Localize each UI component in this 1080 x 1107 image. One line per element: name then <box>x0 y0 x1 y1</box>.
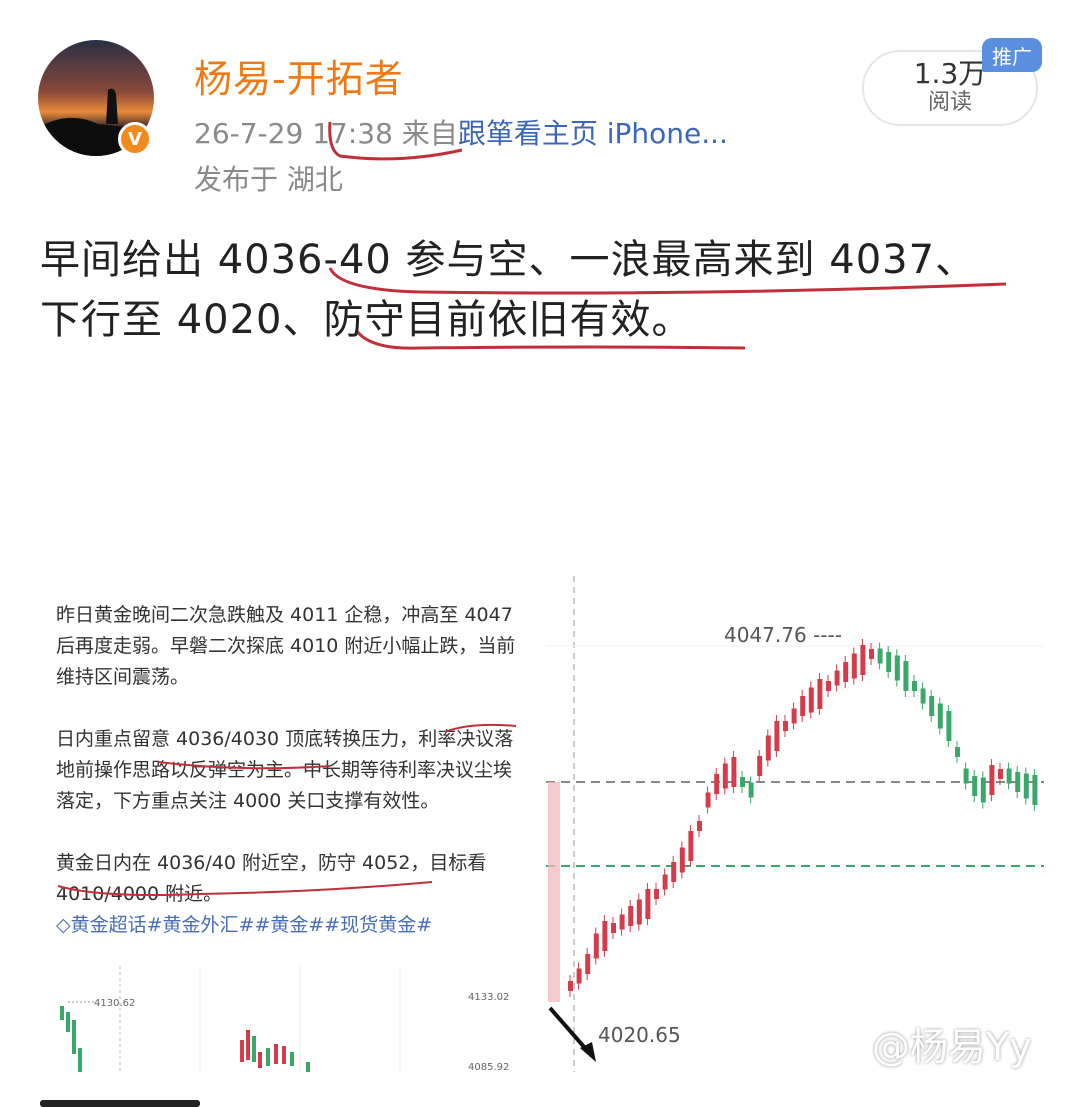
candle-body <box>602 921 608 951</box>
candle-body <box>912 681 917 691</box>
candle-body <box>697 821 702 831</box>
candle-body <box>817 679 823 709</box>
candle-body <box>619 914 625 930</box>
candle-body <box>1023 773 1029 799</box>
candle-body <box>636 899 642 925</box>
candle-body <box>860 645 866 675</box>
candle-body <box>662 874 668 890</box>
candle-body <box>783 721 788 731</box>
chart-high-label: 4047.76 ---- <box>724 623 842 647</box>
candle-body <box>679 847 685 873</box>
candle-body <box>757 756 763 776</box>
candle-body <box>937 703 943 729</box>
candle-body <box>946 711 952 741</box>
candle-body <box>576 968 582 984</box>
candle-body <box>714 774 720 794</box>
candle-body <box>1032 775 1038 805</box>
candle-body <box>1006 768 1012 784</box>
candle-body <box>929 696 935 716</box>
candle-body <box>998 769 1003 779</box>
candle-body <box>645 889 651 919</box>
candle-body <box>774 721 780 751</box>
candle-body <box>791 708 797 724</box>
candle-body <box>843 662 849 682</box>
candle-body <box>688 831 694 861</box>
post-image[interactable]: 昨日黄金晚间二次急跌触及 4011 企稳，冲高至 4047 后再度走弱。早磐二次… <box>40 576 1044 1072</box>
mini-candlestick-chart: 4130.62 4133.02 4085.92 <box>60 966 509 1072</box>
candle-body <box>980 777 986 803</box>
candle-body <box>611 923 616 933</box>
candle-body <box>765 735 771 761</box>
post-text-line-1: 早间给出 4036-40 参与空、一浪最高来到 4037、 <box>40 237 977 283</box>
post-text-line-2: 下行至 4020、防守目前依旧有效。 <box>40 297 693 343</box>
candle-body <box>808 687 814 713</box>
candle-body <box>748 782 754 798</box>
candle-body <box>903 661 909 691</box>
post-text: 早间给出 4036-40 参与空、一浪最高来到 4037、 下行至 4020、防… <box>40 230 1050 350</box>
candlestick-chart: 4047.76 ---- 4020.65 <box>546 576 1044 1072</box>
chart-low-label: 4020.65 <box>598 1023 681 1047</box>
candle-body <box>654 889 659 899</box>
candle-body <box>740 777 745 787</box>
candle-body <box>877 648 883 664</box>
home-indicator <box>40 1100 200 1107</box>
candle-body <box>989 765 995 795</box>
candle-body <box>1015 772 1021 792</box>
mini-chart-high-label: 4130.62 <box>94 998 135 1009</box>
watermark: @杨易Yy <box>872 1025 1032 1069</box>
mini-chart-axis-bottom: 4085.92 <box>468 1062 509 1072</box>
candle-body <box>628 906 634 926</box>
mini-chart-candles <box>60 1006 310 1072</box>
candle-body <box>800 696 806 716</box>
candle-body <box>826 681 831 691</box>
candle-body <box>851 653 857 679</box>
candle-body <box>585 954 591 974</box>
embedded-annotation-strokes <box>57 723 517 896</box>
candle-body <box>722 763 728 789</box>
candle-body <box>869 649 874 659</box>
candle-body <box>955 747 960 757</box>
candle-body <box>593 933 599 959</box>
candle-body <box>920 688 926 704</box>
candle-body <box>972 776 978 796</box>
candle-body <box>886 652 892 672</box>
candle-body <box>705 792 711 808</box>
candle-body <box>894 655 900 681</box>
candle-body <box>731 757 737 787</box>
candle-body <box>671 862 677 882</box>
candle-body <box>834 670 840 686</box>
candle-body <box>568 981 573 991</box>
hashtags: ◇黄金超话#黄金外汇##黄金##现货黄金# <box>56 914 433 936</box>
candle-body <box>963 768 969 784</box>
mini-chart-axis-top: 4133.02 <box>468 992 509 1003</box>
